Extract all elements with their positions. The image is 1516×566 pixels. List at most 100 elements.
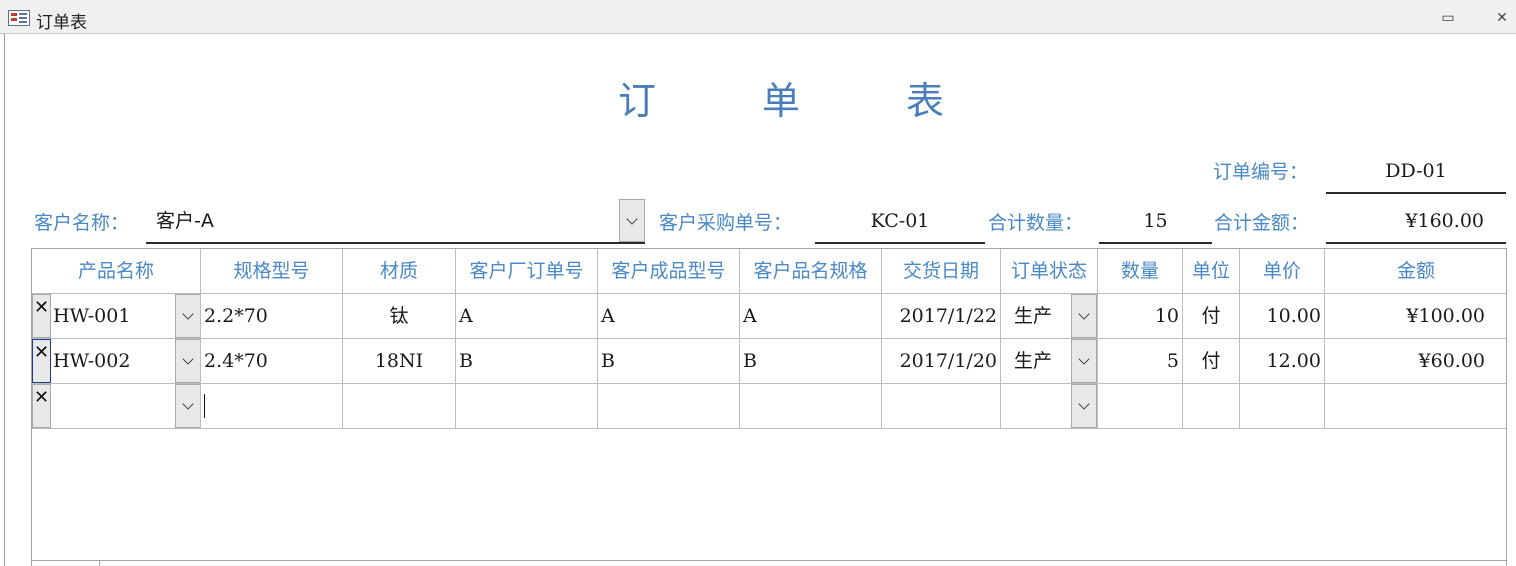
material-cell[interactable] — [343, 384, 456, 429]
customer-dropdown-button[interactable] — [619, 199, 645, 242]
col-header-product[interactable]: 产品名称 — [32, 249, 201, 294]
total-amount-value: ¥160.00 — [1405, 210, 1484, 232]
spec-cell[interactable]: 2.2*70 — [201, 294, 343, 339]
col-header-price[interactable]: 单价 — [1240, 249, 1325, 294]
form-left-border — [4, 34, 5, 566]
col-header-amount[interactable]: 金额 — [1325, 249, 1507, 294]
col-header-cust-model[interactable]: 客户成品型号 — [598, 249, 740, 294]
chevron-down-icon — [182, 398, 194, 410]
amount-cell[interactable]: ¥60.00 — [1325, 339, 1507, 384]
material-cell[interactable]: 钛 — [343, 294, 456, 339]
spec-cell[interactable]: 2.4*70 — [201, 339, 343, 384]
delivery-date-cell[interactable] — [882, 384, 1001, 429]
material-cell[interactable]: 18NI — [343, 339, 456, 384]
row-selector[interactable]: ✕ — [32, 384, 51, 428]
amount-cell[interactable]: ¥100.00 — [1325, 294, 1507, 339]
qty-cell[interactable] — [1098, 384, 1183, 429]
text-caret — [204, 394, 205, 418]
status-dropdown-button[interactable] — [1071, 294, 1097, 338]
price-cell[interactable]: 10.00 — [1240, 294, 1325, 339]
col-header-delivery-date[interactable]: 交货日期 — [882, 249, 1001, 294]
col-header-unit[interactable]: 单位 — [1183, 249, 1240, 294]
status-dropdown-button[interactable] — [1071, 339, 1097, 383]
product-dropdown-button[interactable] — [175, 294, 200, 338]
form-icon — [8, 10, 30, 26]
form-heading-char-2: 单 — [762, 79, 801, 123]
price-cell[interactable]: 12.00 — [1240, 339, 1325, 384]
cust-order-cell[interactable]: A — [456, 294, 598, 339]
amount-cell[interactable] — [1325, 384, 1507, 429]
price-cell[interactable] — [1240, 384, 1325, 429]
qty-cell[interactable]: 10 — [1098, 294, 1183, 339]
po-value: KC-01 — [870, 210, 930, 232]
minimize-button[interactable]: ▭ — [1440, 10, 1456, 26]
cust-model-cell[interactable]: B — [598, 339, 740, 384]
record-navigator-edge — [99, 560, 100, 566]
col-header-cust-order[interactable]: 客户厂订单号 — [456, 249, 598, 294]
status-value: 生产 — [1014, 350, 1053, 372]
total-amount-label: 合计金额： — [1214, 212, 1310, 234]
row-selector-icon: ✕ — [33, 297, 50, 318]
chevron-down-icon — [1078, 308, 1090, 320]
unit-cell[interactable] — [1183, 384, 1240, 429]
cust-name-cell[interactable]: A — [740, 294, 882, 339]
subform-footer-divider — [31, 560, 1507, 561]
cust-model-cell[interactable]: A — [598, 294, 740, 339]
col-header-cust-name[interactable]: 客户品名规格 — [740, 249, 882, 294]
cust-name-cell[interactable]: B — [740, 339, 882, 384]
total-qty-value: 15 — [1143, 210, 1168, 232]
order-no-value: DD-01 — [1385, 160, 1447, 182]
cust-order-cell[interactable]: B — [456, 339, 598, 384]
cust-model-cell[interactable] — [598, 384, 740, 429]
row-selector-active[interactable]: ✕ — [32, 339, 51, 383]
status-dropdown-button[interactable] — [1071, 384, 1097, 428]
total-qty-label: 合计数量： — [988, 212, 1084, 234]
status-combo[interactable]: 生产 — [1001, 339, 1098, 384]
close-button[interactable]: ✕ — [1494, 10, 1510, 26]
row-selector-icon: ✕ — [33, 342, 50, 363]
spec-cell[interactable] — [201, 384, 343, 429]
qty-cell[interactable]: 5 — [1098, 339, 1183, 384]
status-combo[interactable]: 生产 — [1001, 294, 1098, 339]
order-no-label: 订单编号： — [1213, 161, 1309, 183]
row-selector[interactable]: ✕ — [32, 294, 51, 338]
chevron-down-icon — [182, 308, 194, 320]
po-field[interactable]: KC-01 — [815, 200, 985, 244]
col-header-qty[interactable]: 数量 — [1098, 249, 1183, 294]
row-selector-icon: ✕ — [33, 387, 50, 408]
chevron-down-icon — [182, 353, 194, 365]
cust-order-cell[interactable] — [456, 384, 598, 429]
chevron-down-icon — [1078, 398, 1090, 410]
product-combo[interactable]: ✕ HW-002 — [32, 339, 201, 384]
product-dropdown-button[interactable] — [175, 339, 200, 383]
total-amount-field[interactable]: ¥160.00 — [1326, 200, 1506, 244]
delivery-date-cell[interactable]: 2017/1/20 — [882, 339, 1001, 384]
window-title: 订单表 — [36, 13, 87, 33]
form-heading-char-3: 表 — [906, 79, 945, 123]
form-heading-char-1: 订 — [618, 79, 657, 123]
order-lines-subform[interactable]: 产品名称 规格型号 材质 客户厂订单号 客户成品型号 客户品名规格 交货日期 订… — [31, 248, 1507, 566]
order-no-field[interactable]: DD-01 — [1326, 152, 1506, 194]
product-value: HW-001 — [53, 305, 131, 327]
customer-value: 客户-A — [156, 210, 214, 232]
po-label: 客户采购单号： — [659, 212, 793, 234]
product-dropdown-button[interactable] — [175, 384, 200, 428]
col-header-spec[interactable]: 规格型号 — [201, 249, 343, 294]
chevron-down-icon — [626, 212, 638, 225]
delivery-date-cell[interactable]: 2017/1/22 — [882, 294, 1001, 339]
product-combo[interactable]: ✕ — [32, 384, 201, 429]
cust-name-cell[interactable] — [740, 384, 882, 429]
customer-combo[interactable]: 客户-A — [146, 198, 645, 244]
col-header-material[interactable]: 材质 — [343, 249, 456, 294]
window-titlebar: 订单表 ▭ ✕ — [0, 0, 1516, 34]
customer-label: 客户名称： — [34, 212, 130, 234]
product-combo[interactable]: ✕ HW-001 — [32, 294, 201, 339]
total-qty-field[interactable]: 15 — [1099, 200, 1212, 244]
status-combo[interactable] — [1001, 384, 1098, 429]
col-header-status[interactable]: 订单状态 — [1001, 249, 1098, 294]
product-value: HW-002 — [53, 350, 131, 372]
status-value: 生产 — [1014, 305, 1053, 327]
chevron-down-icon — [1078, 353, 1090, 365]
unit-cell[interactable]: 付 — [1183, 339, 1240, 384]
unit-cell[interactable]: 付 — [1183, 294, 1240, 339]
